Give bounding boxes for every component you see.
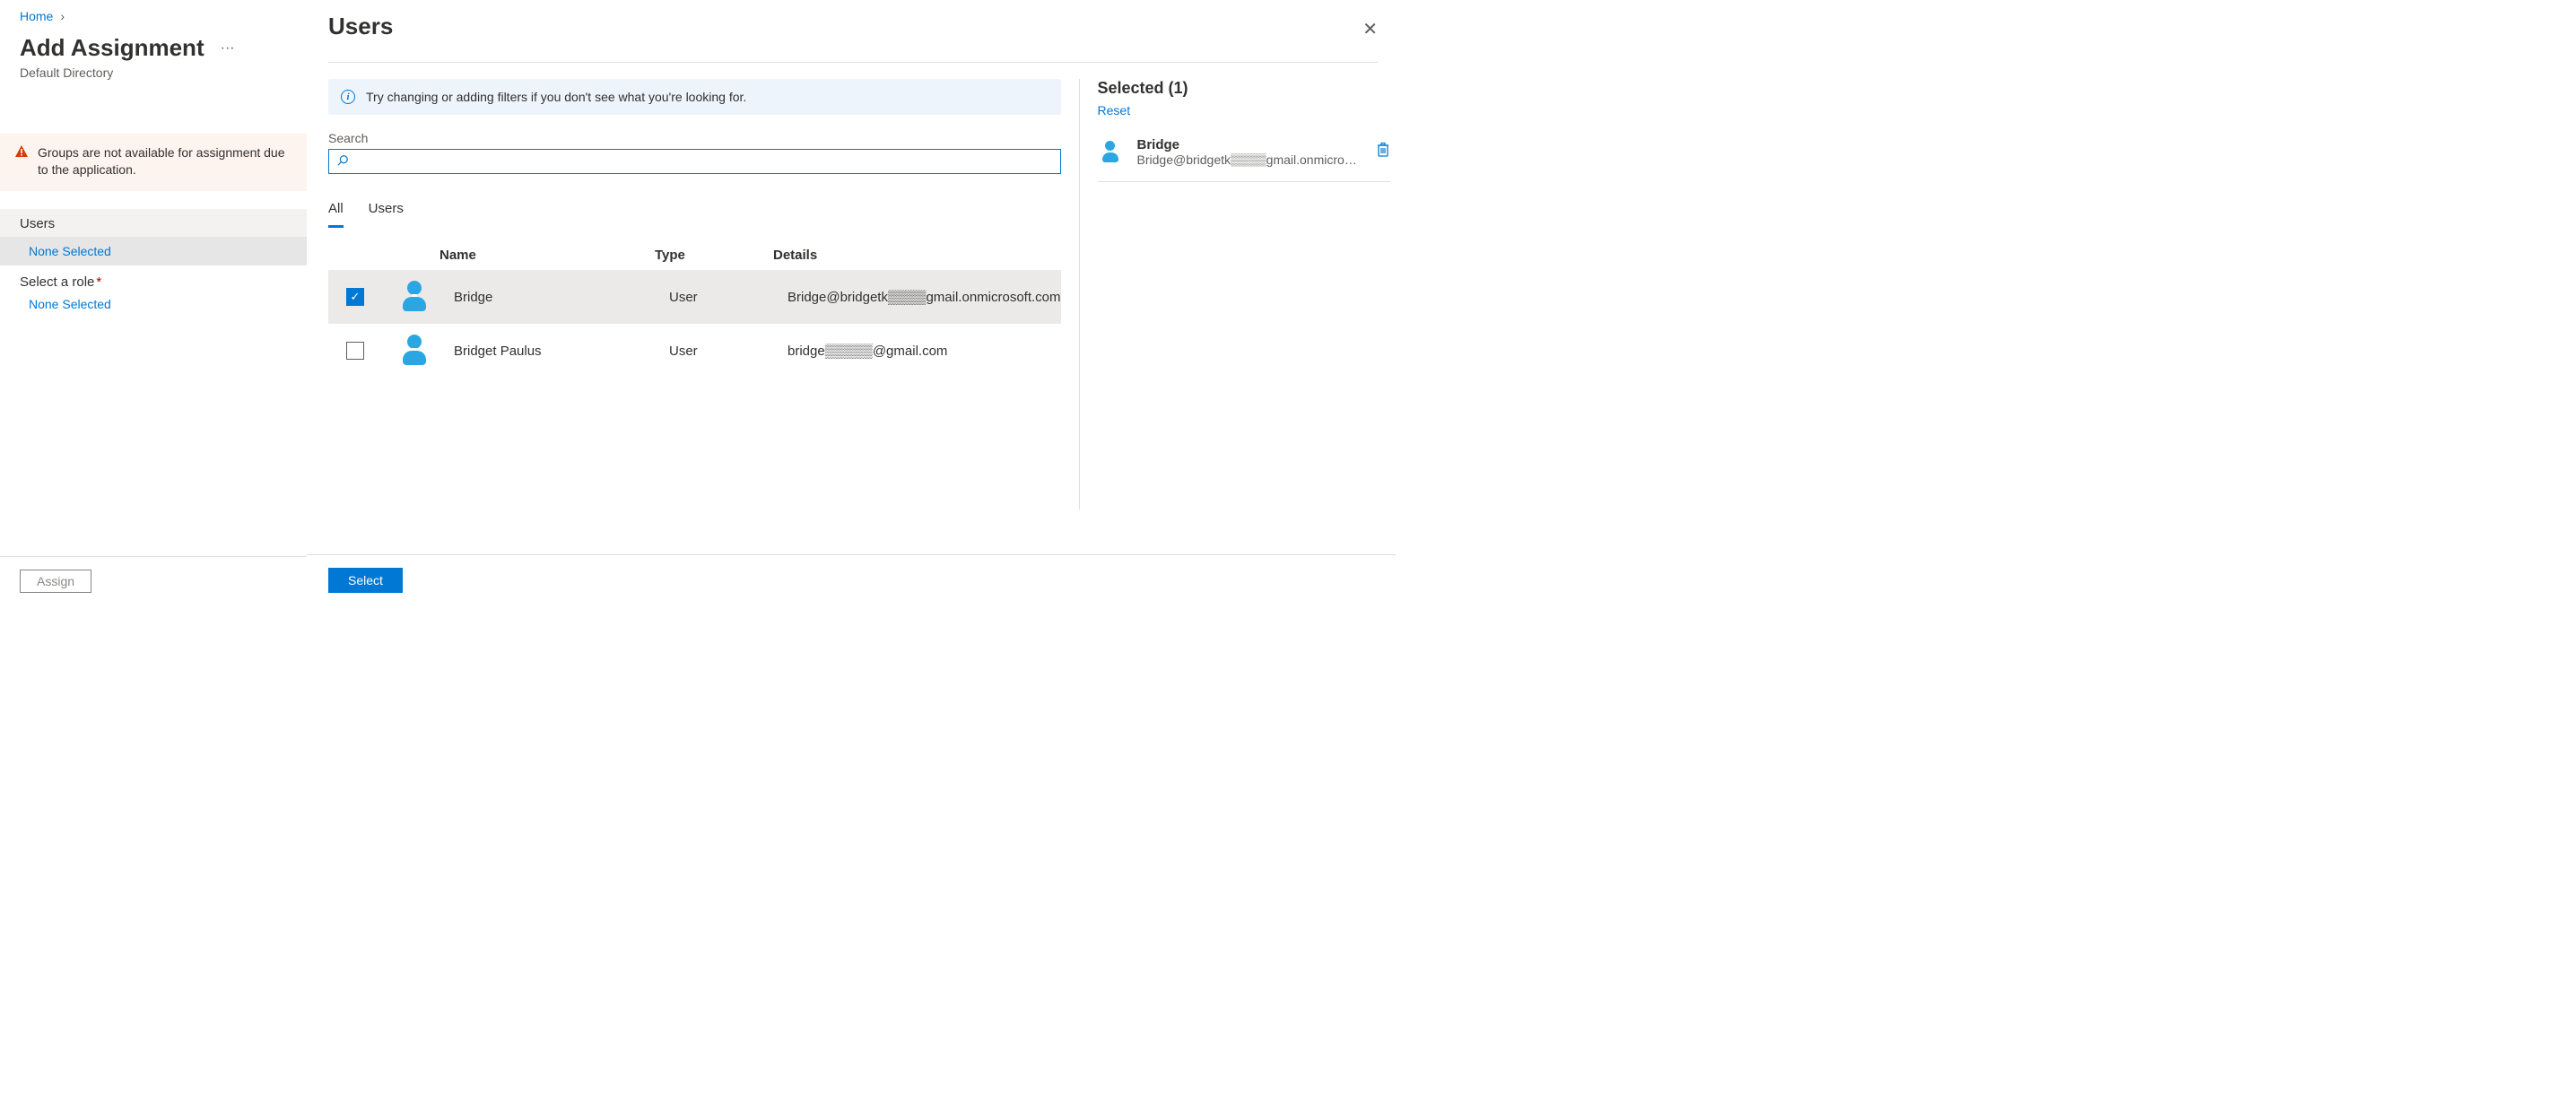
warning-icon [14, 144, 29, 178]
search-input[interactable] [354, 154, 1053, 169]
search-input-wrapper[interactable] [328, 149, 1061, 174]
selected-item-email: Bridge@bridgetk▒▒▒▒gmail.onmicrosoft.c… [1137, 152, 1362, 167]
page-title: Add Assignment [20, 34, 205, 62]
more-actions-button[interactable]: ··· [221, 41, 235, 56]
col-details: Details [773, 248, 1061, 263]
close-icon[interactable]: ✕ [1362, 18, 1378, 40]
reset-link[interactable]: Reset [1098, 103, 1131, 117]
warning-text: Groups are not available for assignment … [38, 144, 292, 178]
info-icon: i [341, 90, 355, 104]
warning-banner: Groups are not available for assignment … [0, 134, 307, 191]
row-name: Bridge [454, 290, 669, 305]
table-row[interactable]: ✓ Bridge User Bridge@bridgetk▒▒▒▒gmail.o… [328, 270, 1061, 324]
page-subtitle: Default Directory [20, 65, 307, 80]
row-details: bridge▒▒▒▒▒@gmail.com [788, 344, 1061, 359]
assign-button[interactable]: Assign [20, 570, 91, 593]
breadcrumb-home[interactable]: Home [20, 9, 53, 23]
avatar [1098, 140, 1123, 165]
row-details: Bridge@bridgetk▒▒▒▒gmail.onmicrosoft.com [788, 290, 1061, 305]
search-icon [336, 154, 349, 170]
users-section-label: Users [0, 209, 307, 237]
row-type: User [669, 290, 788, 305]
table-row[interactable]: Bridget Paulus User bridge▒▒▒▒▒@gmail.co… [328, 324, 1061, 378]
row-checkbox[interactable] [346, 342, 364, 360]
users-none-selected-link[interactable]: None Selected [29, 244, 111, 258]
users-grid: Name Type Details ✓ Bridge User Bridge@b… [328, 240, 1061, 378]
users-panel: Users ✕ i Try changing or adding filters… [307, 0, 1396, 605]
breadcrumb: Home › [20, 9, 307, 23]
selected-item-name: Bridge [1137, 137, 1362, 152]
role-none-selected-link[interactable]: None Selected [29, 297, 111, 311]
row-name: Bridget Paulus [454, 344, 669, 359]
required-icon: * [96, 274, 101, 290]
selected-column: Selected (1) Reset Bridge Bridge@bridget… [1079, 79, 1390, 509]
users-selection-row[interactable]: None Selected [0, 237, 307, 265]
select-button[interactable]: Select [328, 568, 403, 593]
tabs: All Users [328, 196, 1061, 228]
row-type: User [669, 344, 788, 359]
tab-users[interactable]: Users [369, 196, 404, 228]
avatar [396, 333, 432, 369]
chevron-right-icon: › [60, 9, 65, 23]
info-text: Try changing or adding filters if you do… [366, 90, 746, 104]
col-type: Type [655, 248, 773, 263]
panel-title: Users [328, 13, 393, 40]
selected-item: Bridge Bridge@bridgetk▒▒▒▒gmail.onmicros… [1098, 137, 1390, 182]
info-banner: i Try changing or adding filters if you … [328, 79, 1061, 115]
row-checkbox[interactable]: ✓ [346, 288, 364, 306]
role-section-label: Select a role* [0, 265, 307, 293]
tab-all[interactable]: All [328, 196, 344, 228]
remove-selected-button[interactable] [1376, 142, 1390, 162]
avatar [396, 279, 432, 315]
col-name: Name [439, 248, 655, 263]
search-label: Search [328, 131, 1061, 145]
selected-title: Selected (1) [1098, 79, 1390, 98]
